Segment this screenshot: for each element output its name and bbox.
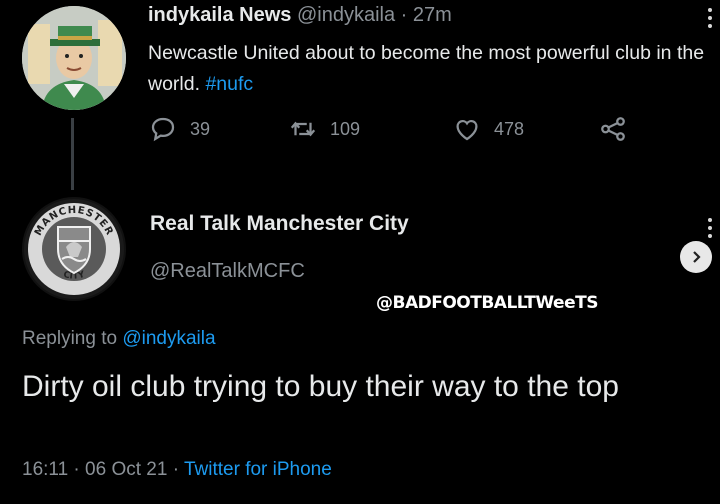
reply-count: 39 — [190, 118, 211, 139]
retweet-button[interactable]: 109 — [288, 114, 360, 144]
tweet2-time[interactable]: 16:11 — [22, 459, 68, 480]
share-nodes-icon — [601, 117, 625, 141]
share-button[interactable] — [598, 114, 628, 144]
avatar-realtalkmcfc[interactable]: MANCHESTER CITY — [22, 197, 126, 301]
tweet2-date[interactable]: 06 Oct 21 — [85, 459, 167, 480]
tweet2-footer: 16:11 · 06 Oct 21 · Twitter for iPhone — [22, 459, 332, 481]
tweet2-handle[interactable]: @RealTalkMCFC — [150, 260, 305, 283]
thread-connector-line — [71, 118, 74, 190]
retweet-arrows-icon — [290, 121, 316, 137]
tweet1-header: indykaila News @indykaila · 27m — [148, 4, 452, 27]
more-options-icon-top[interactable] — [708, 8, 714, 32]
avatar-illustration — [22, 6, 126, 110]
tweet2-text: Dirty oil club trying to buy their way t… — [22, 370, 619, 403]
next-image-button[interactable] — [680, 241, 712, 273]
chevron-right-icon — [693, 251, 701, 263]
heart-icon — [456, 119, 478, 141]
avatar-indykaila[interactable] — [22, 6, 126, 110]
footer-separator-1: · — [73, 459, 80, 480]
replying-prefix: Replying to — [22, 328, 118, 349]
replying-mention-link[interactable]: @indykaila — [122, 328, 215, 349]
footer-separator-2: · — [172, 459, 180, 480]
like-button[interactable]: 478 — [452, 114, 524, 144]
replying-to-line: Replying to @indykaila — [22, 328, 216, 350]
tweet1-handle[interactable]: @indykaila — [297, 4, 395, 26]
watermark-text: @BADFOOTBALLTWeeTS — [376, 293, 598, 313]
retweet-count: 109 — [330, 118, 361, 139]
like-count: 478 — [494, 118, 525, 139]
tweet1-name-suffix[interactable]: News — [239, 4, 291, 26]
tweet1-display-name[interactable]: indykaila — [148, 4, 234, 26]
tweet1-text: Newcastle United about to become the mos… — [148, 38, 708, 100]
more-options-icon-middle[interactable] — [708, 218, 714, 242]
tweet1-separator: · — [400, 4, 408, 26]
speech-bubble-icon — [151, 117, 175, 142]
tweet1-time[interactable]: 27m — [413, 4, 452, 26]
club-crest-icon: MANCHESTER CITY — [24, 199, 124, 299]
reply-button[interactable]: 39 — [148, 114, 210, 144]
tweet2-client-link[interactable]: Twitter for iPhone — [184, 459, 332, 480]
hashtag-link[interactable]: #nufc — [205, 73, 253, 95]
tweet2-display-name[interactable]: Real Talk Manchester City — [150, 212, 409, 236]
